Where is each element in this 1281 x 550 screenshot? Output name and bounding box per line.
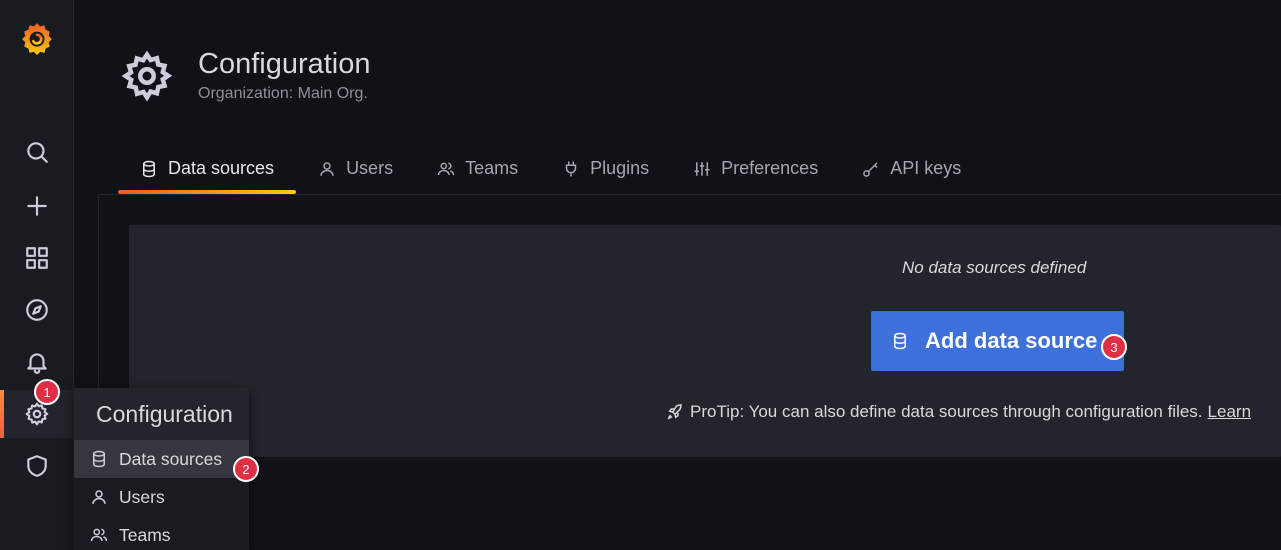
step-badge-3: 3	[1101, 334, 1127, 360]
tab-label: Teams	[465, 158, 519, 178]
tab-api-keys[interactable]: API keys	[840, 150, 983, 194]
tab-label: Data sources	[168, 158, 275, 178]
page-subtitle: Organization: Main Org.	[198, 85, 368, 102]
rocket-icon	[667, 404, 682, 420]
tab-label: Users	[346, 158, 394, 178]
flyout-item-data-sources[interactable]: Data sources	[74, 440, 249, 478]
step-badge-1: 1	[34, 379, 60, 405]
key-icon	[863, 162, 878, 177]
user-icon	[320, 162, 334, 176]
user-icon	[92, 490, 106, 504]
bell-icon	[27, 353, 47, 374]
database-icon	[143, 160, 155, 178]
tab-preferences[interactable]: Preferences	[671, 150, 840, 194]
flyout-title[interactable]: Configuration	[74, 388, 249, 440]
tab-label: Plugins	[590, 158, 650, 178]
apps-icon	[26, 247, 48, 269]
database-icon	[894, 332, 906, 350]
sidebar-item-alerting[interactable]	[0, 338, 74, 386]
flyout-item-label: Teams	[119, 524, 171, 545]
sidebar-item-dashboards[interactable]	[0, 234, 74, 282]
search-icon	[27, 142, 48, 163]
protip: ProTip: You can also define data sources…	[666, 402, 1251, 422]
configuration-flyout-menu: Configuration Data sources Users Teams	[74, 388, 249, 550]
page-title: Configuration	[198, 48, 371, 80]
tab-bar: Data sources Users Teams Plugins Prefere…	[118, 150, 983, 194]
grafana-logo-icon	[22, 23, 52, 55]
sidebar	[0, 0, 74, 550]
tab-label: API keys	[890, 158, 962, 178]
grafana-logo[interactable]	[0, 14, 74, 62]
step-badge-2: 2	[233, 456, 259, 482]
tab-teams[interactable]: Teams	[415, 150, 540, 194]
sidebar-item-search[interactable]	[0, 128, 74, 176]
database-icon	[93, 450, 105, 468]
plus-icon	[27, 196, 47, 216]
sliders-icon	[694, 162, 710, 176]
flyout-item-teams[interactable]: Teams	[74, 516, 249, 550]
flyout-item-label: Users	[119, 486, 165, 507]
users-icon	[90, 528, 108, 542]
protip-text: ProTip: You can also define data sources…	[690, 402, 1203, 421]
flyout-item-label: Data sources	[119, 448, 223, 469]
add-data-source-label: Add data source	[925, 328, 1098, 353]
compass-icon	[26, 299, 48, 321]
tab-plugins[interactable]: Plugins	[540, 150, 671, 194]
protip-learn-link[interactable]: Learn	[1208, 402, 1251, 422]
add-data-source-button[interactable]: Add data source	[871, 311, 1124, 371]
page-header: Configuration Organization: Main Org.	[120, 48, 371, 103]
tab-label: Preferences	[721, 158, 819, 178]
tab-users[interactable]: Users	[296, 150, 415, 194]
users-icon	[437, 162, 455, 176]
sidebar-item-explore[interactable]	[0, 286, 74, 334]
sidebar-item-create[interactable]	[0, 182, 74, 230]
shield-icon	[27, 455, 47, 477]
flyout-item-users[interactable]: Users	[74, 478, 249, 516]
plug-icon	[565, 161, 577, 177]
tab-data-sources[interactable]: Data sources	[118, 150, 297, 194]
sidebar-item-server-admin[interactable]	[0, 442, 74, 490]
cog-icon	[120, 49, 174, 103]
